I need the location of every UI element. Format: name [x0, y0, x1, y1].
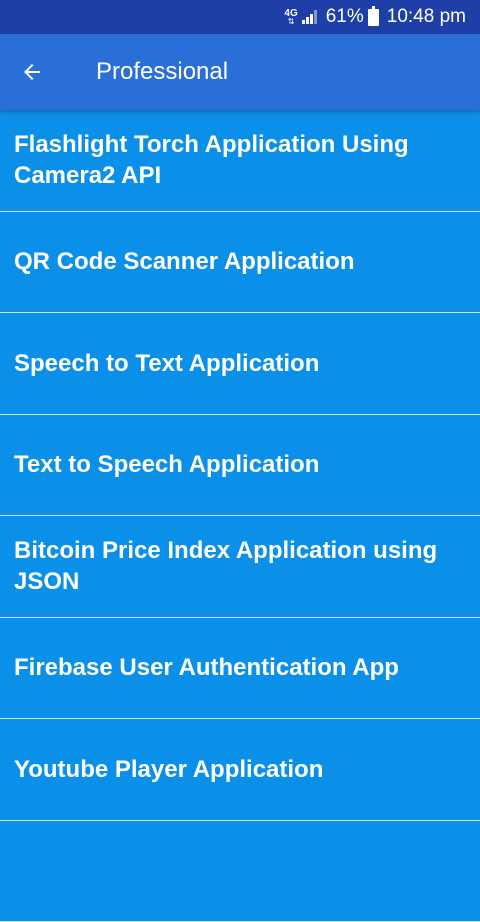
network-indicator: 4G ⇅ [284, 9, 317, 26]
list-item-partial[interactable] [0, 821, 480, 922]
page-title: Professional [96, 58, 228, 86]
list-item-label: Text to Speech Application [14, 449, 319, 480]
signal-strength-icon [302, 10, 318, 24]
list-item-bitcoin[interactable]: Bitcoin Price Index Application using JS… [0, 516, 480, 618]
battery-icon [368, 9, 379, 26]
clock: 10:48 pm [387, 6, 466, 28]
status-bar: 4G ⇅ 61% 10:48 pm [0, 0, 480, 34]
list-item-label: Speech to Text Application [14, 348, 319, 379]
arrow-left-icon [20, 60, 44, 84]
project-list: Flashlight Torch Application Using Camer… [0, 110, 480, 922]
list-item-flashlight[interactable]: Flashlight Torch Application Using Camer… [0, 110, 480, 212]
list-item-label: Firebase User Authentication App [14, 652, 399, 683]
data-arrows-icon: ⇅ [284, 18, 297, 26]
list-item-label: Youtube Player Application [14, 754, 323, 785]
battery-percent: 61% [326, 6, 364, 28]
list-item-qr-scanner[interactable]: QR Code Scanner Application [0, 212, 480, 314]
list-item-label: Bitcoin Price Index Application using JS… [14, 535, 466, 597]
battery-indicator: 61% [326, 6, 379, 28]
list-item-label: QR Code Scanner Application [14, 246, 355, 277]
list-item-label: Flashlight Torch Application Using Camer… [14, 129, 466, 191]
list-item-speech-to-text[interactable]: Speech to Text Application [0, 313, 480, 415]
app-bar: Professional [0, 34, 480, 110]
list-item-text-to-speech[interactable]: Text to Speech Application [0, 415, 480, 517]
list-item-youtube-player[interactable]: Youtube Player Application [0, 719, 480, 821]
list-item-firebase-auth[interactable]: Firebase User Authentication App [0, 618, 480, 720]
back-button[interactable] [0, 34, 64, 110]
